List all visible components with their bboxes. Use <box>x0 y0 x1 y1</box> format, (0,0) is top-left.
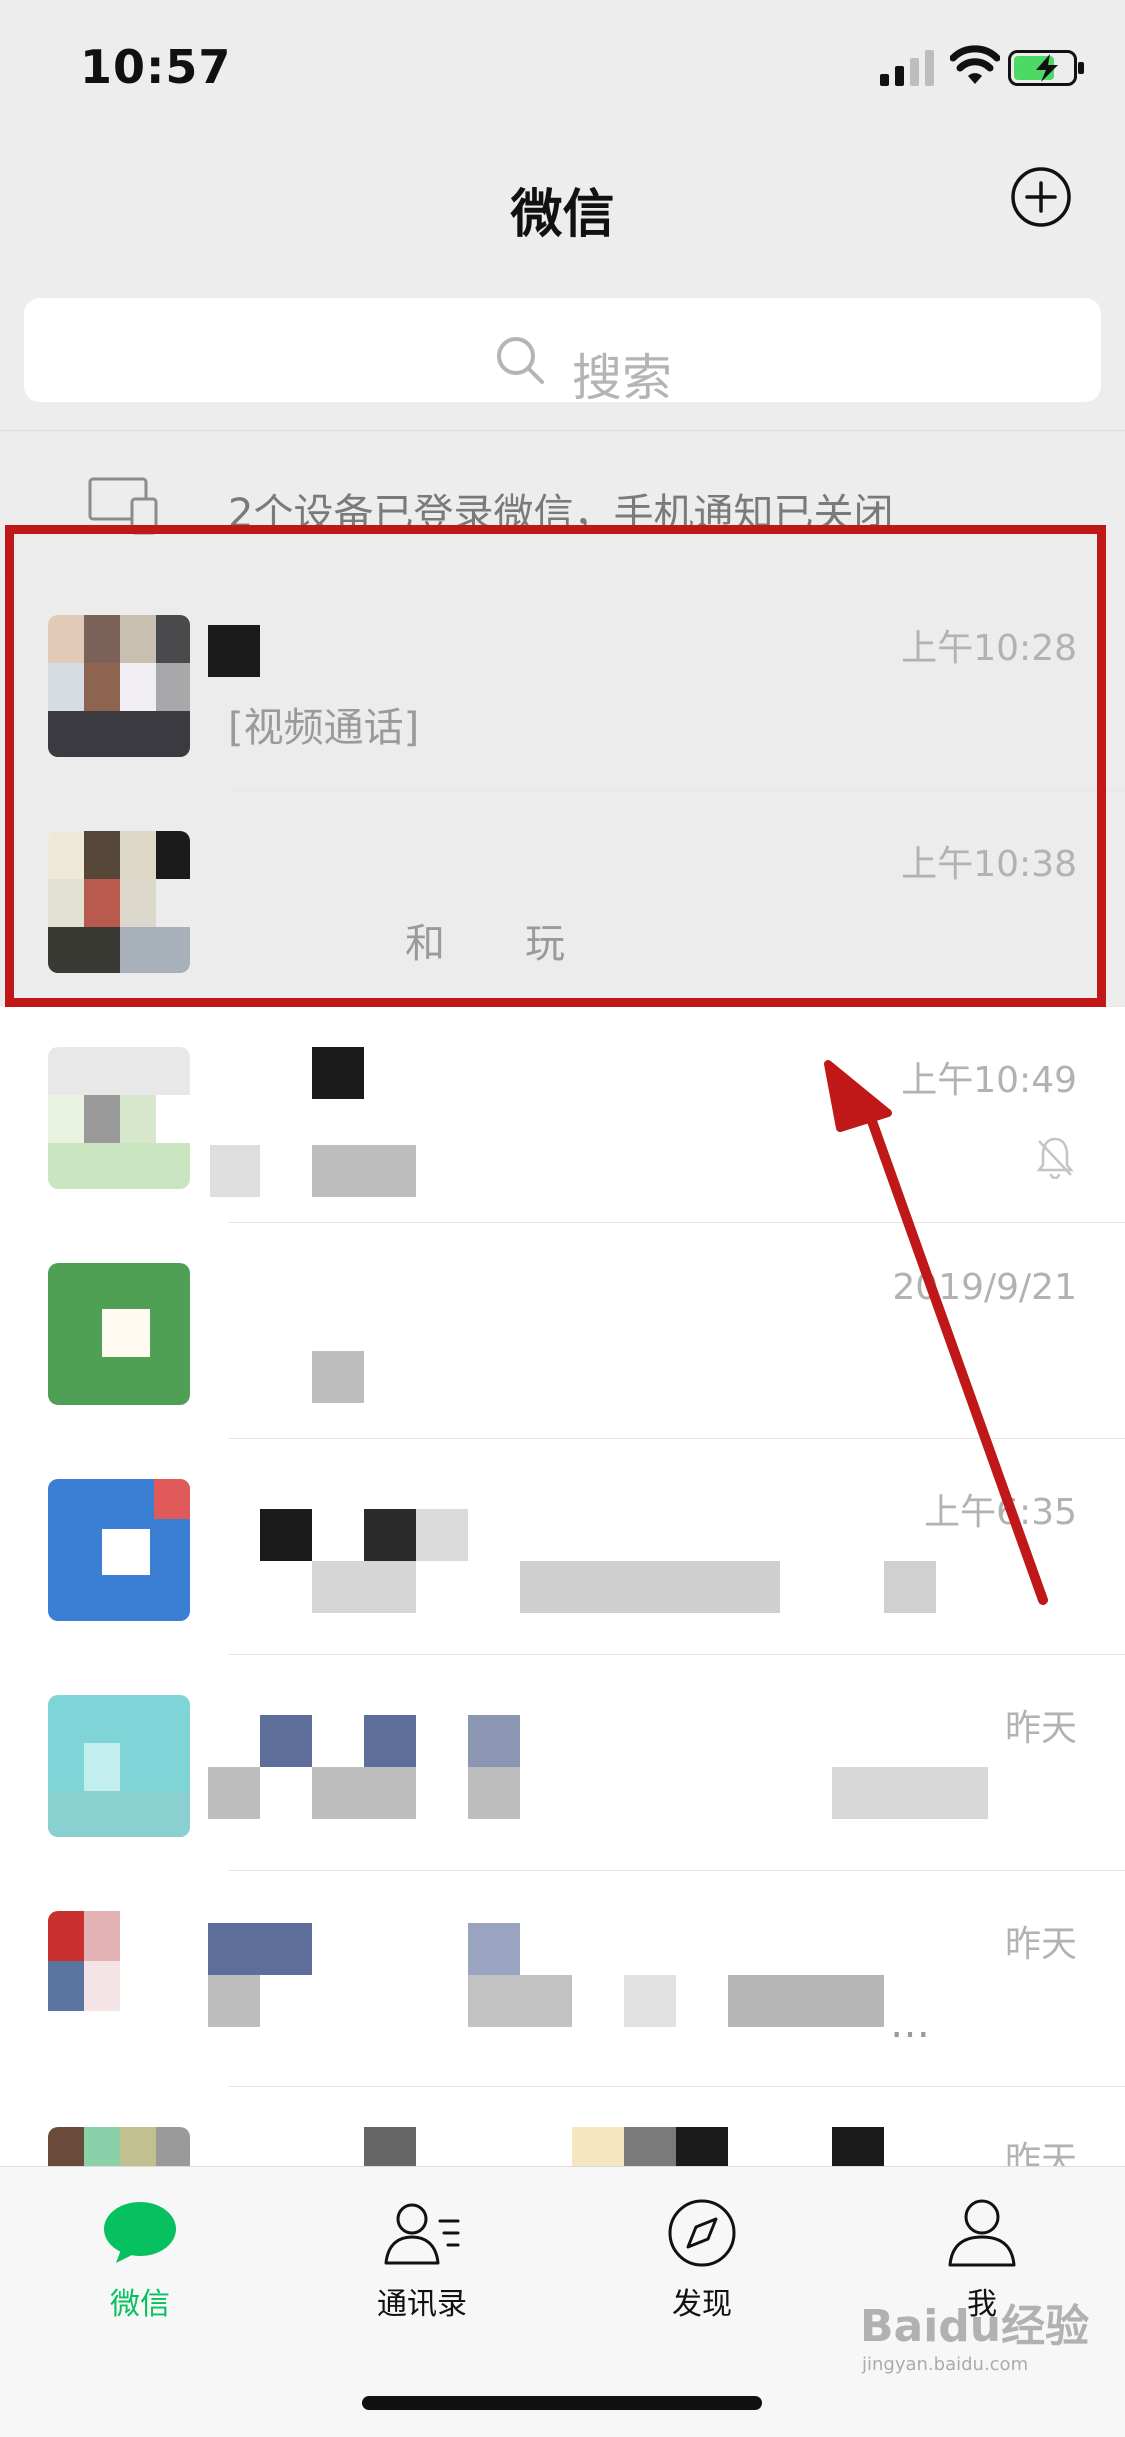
redacted-block <box>312 1351 364 1403</box>
search-icon <box>497 337 544 384</box>
redacted-block <box>520 1561 780 1613</box>
chat-preview: [视频通话] <box>228 705 420 751</box>
device-login-notice[interactable]: 2个设备已登录微信，手机通知已关闭 <box>0 430 1125 576</box>
chat-row[interactable]: 上午6:35 <box>0 1439 1125 1655</box>
redacted-block <box>208 1767 260 1819</box>
redacted-block <box>312 1047 364 1099</box>
redacted-block <box>572 2127 624 2167</box>
redacted-block <box>676 2127 728 2167</box>
chat-time: 上午10:28 <box>901 628 1077 669</box>
chat-time: 上午6:35 <box>924 1492 1077 1533</box>
redacted-block <box>468 1715 520 1767</box>
mute-bell-icon <box>1036 1137 1074 1179</box>
chat-preview: … <box>890 2001 930 2047</box>
redacted-block <box>208 1975 260 2027</box>
chat-time: 昨天 <box>1004 1708 1077 1749</box>
page-title: 微信 <box>510 185 615 245</box>
status-bar: 10:57 <box>0 0 1125 140</box>
wifi-icon <box>950 45 1000 84</box>
baidu-watermark: Baidu经验 jingyan.baidu.com <box>860 2290 1089 2375</box>
chat-bubble-icon <box>104 2202 176 2263</box>
search-area: 搜索 <box>0 280 1125 430</box>
redacted-block <box>208 1923 312 1975</box>
redacted-block <box>832 1767 988 1819</box>
chat-row[interactable]: 上午10:38 和 玩 <box>0 791 1125 1007</box>
search-input[interactable]: 搜索 <box>24 298 1101 407</box>
avatar <box>48 1911 190 2053</box>
devices-icon <box>88 477 158 535</box>
avatar <box>48 1047 190 1189</box>
search-placeholder: 搜索 <box>572 349 672 407</box>
redacted-block <box>260 1509 312 1561</box>
chat-time: 上午10:38 <box>901 844 1077 885</box>
watermark-subtext: jingyan.baidu.com <box>862 2354 1029 2375</box>
status-time: 10:57 <box>80 40 232 94</box>
person-icon <box>948 2199 1016 2267</box>
tab-contacts[interactable]: 通讯录 <box>322 2197 522 2327</box>
add-plus-icon[interactable] <box>1010 166 1072 228</box>
redacted-block <box>728 1975 884 2027</box>
redacted-block <box>624 2127 676 2167</box>
chat-time: 2019/9/21 <box>892 1267 1077 1308</box>
redacted-block <box>832 2127 884 2167</box>
redacted-block <box>210 1145 260 1197</box>
avatar <box>48 615 190 757</box>
redacted-block <box>884 1561 936 1613</box>
redacted-block <box>312 1767 416 1819</box>
chat-row[interactable]: 2019/9/21 <box>0 1223 1125 1439</box>
avatar <box>48 831 190 973</box>
chat-row[interactable]: 上午10:28 [视频通话] <box>0 575 1125 791</box>
redacted-block <box>468 1923 520 1975</box>
cellular-signal-icon <box>880 50 934 86</box>
chat-preview: 和 玩 <box>405 921 565 967</box>
tab-label: 发现 <box>672 2287 732 2322</box>
redacted-block <box>260 1715 312 1767</box>
avatar <box>48 1263 190 1405</box>
tab-chats[interactable]: 微信 <box>40 2197 240 2327</box>
redacted-block <box>312 1561 416 1613</box>
compass-icon <box>668 2199 736 2267</box>
redacted-block <box>624 1975 676 2027</box>
avatar <box>48 1695 190 1837</box>
chat-time: 昨天 <box>1004 1924 1077 1965</box>
redacted-block <box>364 1715 416 1767</box>
home-indicator[interactable] <box>362 2396 762 2410</box>
contacts-icon <box>384 2203 460 2265</box>
chat-row[interactable]: 上午10:49 <box>0 1007 1125 1223</box>
chat-row[interactable]: 昨天 <box>0 1655 1125 1871</box>
watermark-text: Baidu经验 <box>860 2301 1090 2352</box>
avatar <box>48 1479 190 1621</box>
tab-label: 通讯录 <box>377 2287 467 2322</box>
chat-time: 上午10:49 <box>901 1060 1077 1101</box>
navigation-bar: 微信 <box>0 140 1125 280</box>
redacted-block <box>364 2127 416 2167</box>
redacted-block <box>312 1145 416 1197</box>
redacted-block <box>416 1509 468 1561</box>
battery-charging-icon <box>1008 50 1084 86</box>
tab-discover[interactable]: 发现 <box>602 2197 802 2327</box>
tab-label: 微信 <box>110 2287 170 2322</box>
chat-row[interactable]: 昨天 … <box>0 1871 1125 2087</box>
redacted-block <box>364 1509 416 1561</box>
device-notice-text: 2个设备已登录微信，手机通知已关闭 <box>228 491 894 537</box>
redacted-block <box>468 1975 572 2027</box>
redacted-block <box>468 1767 520 1819</box>
